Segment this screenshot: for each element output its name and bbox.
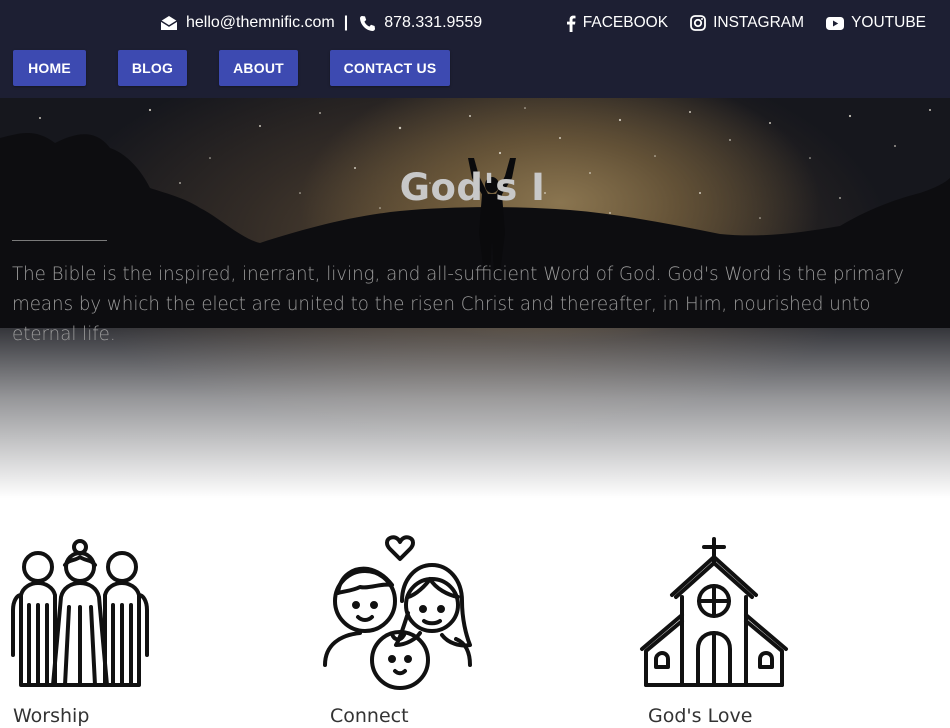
phone-link[interactable]: 878.331.9559 [384, 14, 482, 32]
feature-gods-love[interactable]: God's Love [638, 535, 818, 727]
hero-banner: God's I The Bible is the inspired, inerr… [0, 98, 950, 498]
feature-worship[interactable]: Worship [3, 535, 183, 727]
nav-home-button[interactable]: HOME [13, 50, 86, 86]
site-header: hello@themnific.com | 878.331.9559 FACEB… [0, 0, 950, 98]
facebook-icon [566, 15, 576, 32]
worship-people-icon [3, 535, 163, 695]
feature-worship-label: Worship [13, 705, 90, 727]
contact-bar: hello@themnific.com | 878.331.9559 [160, 12, 482, 34]
social-youtube[interactable]: YOUTUBE [826, 14, 926, 32]
contact-separator: | [343, 14, 349, 31]
phone-icon [358, 14, 376, 32]
instagram-icon [690, 15, 706, 31]
hero-divider [12, 240, 107, 241]
social-facebook-label: FACEBOOK [582, 14, 669, 31]
hero-title: God's I [399, 166, 546, 209]
nav-blog-button[interactable]: BLOG [118, 50, 187, 86]
feature-connect[interactable]: Connect [320, 535, 500, 727]
social-links: FACEBOOK INSTAGRAM YOUTUBE [544, 12, 926, 34]
family-heart-icon [320, 535, 480, 695]
feature-connect-label: Connect [330, 705, 409, 727]
social-instagram-label: INSTAGRAM [713, 14, 805, 31]
church-icon [638, 535, 798, 695]
hero-paragraph: The Bible is the inspired, inerrant, liv… [12, 264, 905, 345]
nav-about-button[interactable]: ABOUT [219, 50, 298, 86]
envelope-open-icon [160, 14, 178, 32]
social-facebook[interactable]: FACEBOOK [566, 14, 668, 32]
social-youtube-label: YOUTUBE [851, 14, 926, 31]
nav-contact-us-button[interactable]: CONTACT US [330, 50, 450, 86]
social-instagram[interactable]: INSTAGRAM [690, 14, 804, 32]
email-link[interactable]: hello@themnific.com [186, 14, 335, 32]
feature-gods-love-label: God's Love [648, 705, 753, 727]
youtube-icon [826, 16, 845, 30]
